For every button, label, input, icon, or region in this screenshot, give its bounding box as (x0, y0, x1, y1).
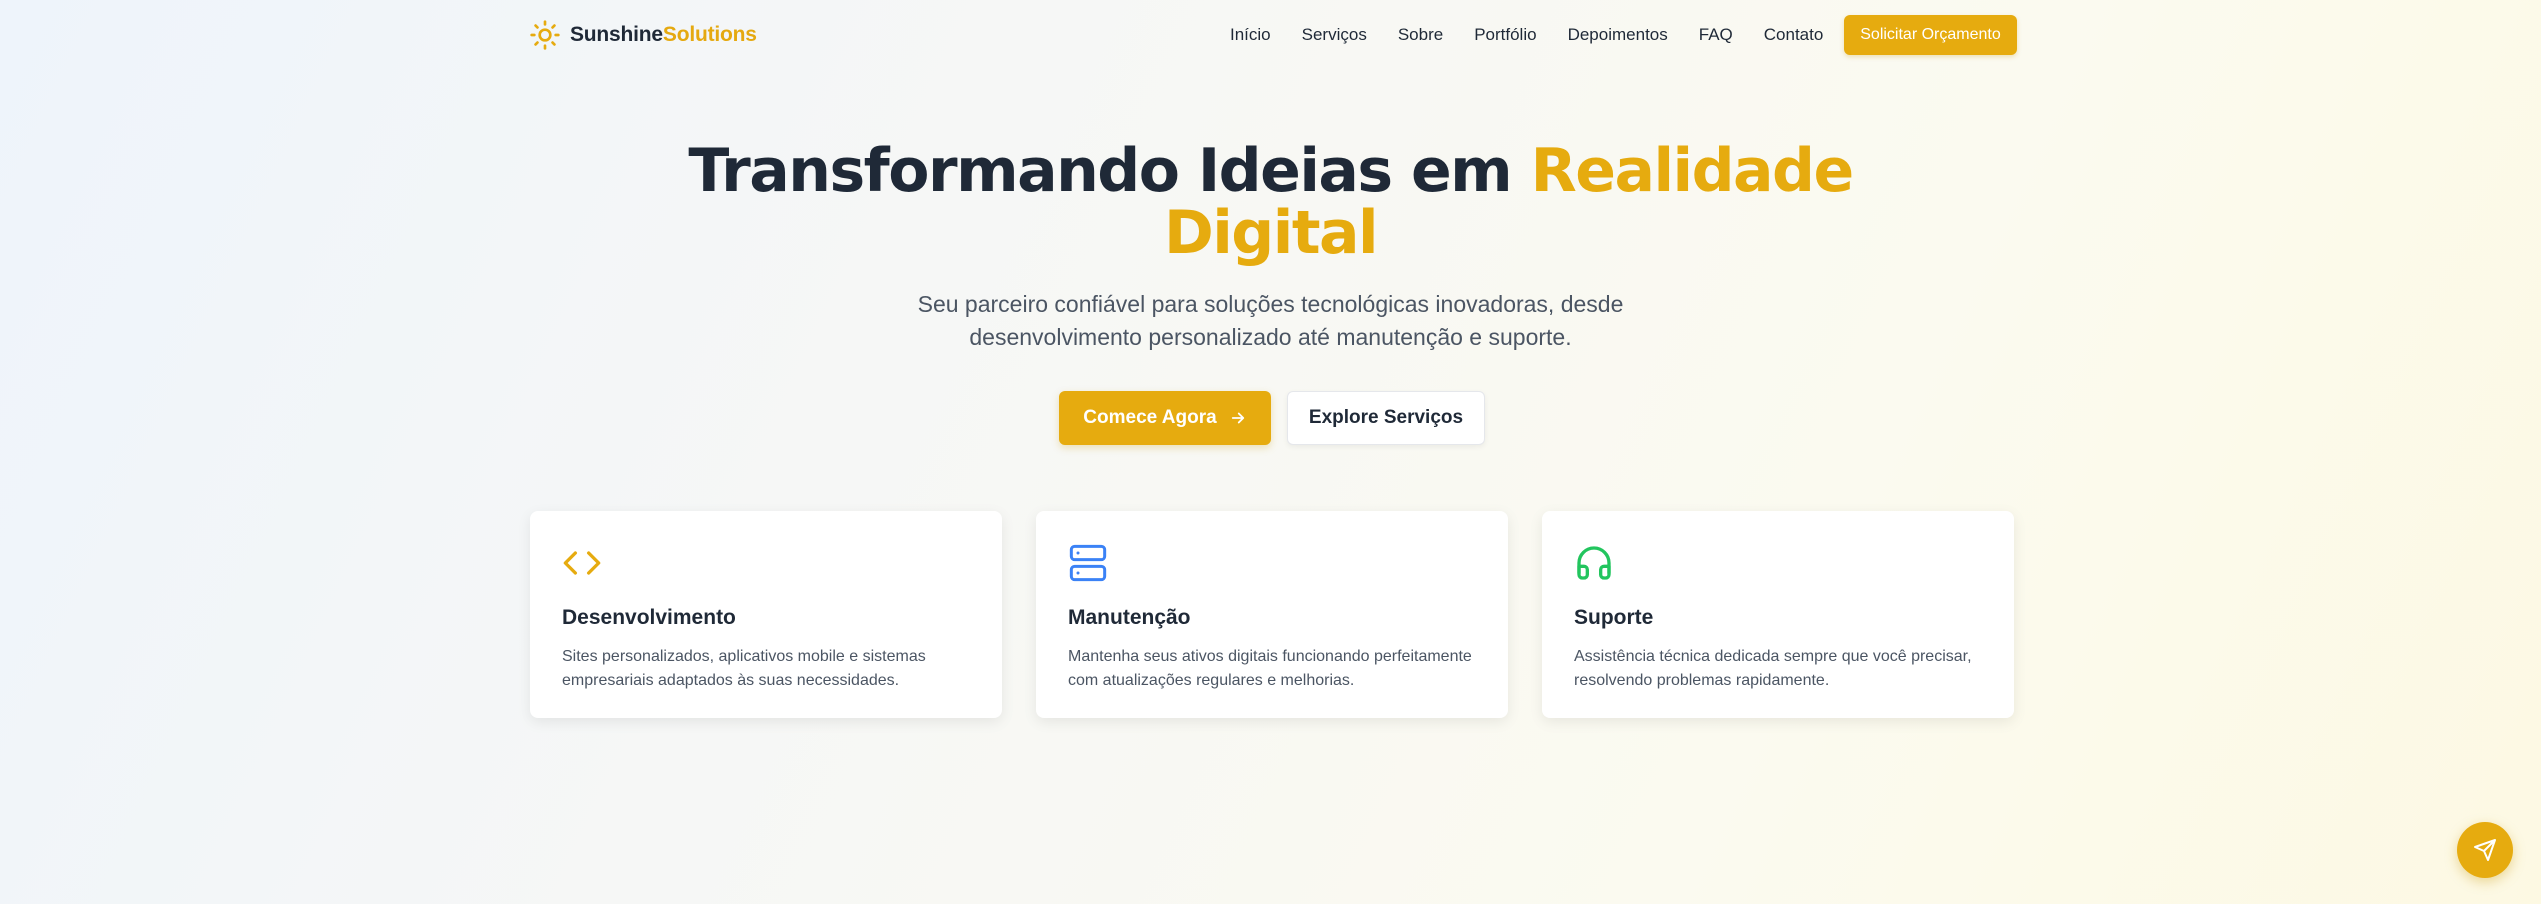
service-card-maintenance[interactable]: Manutenção Mantenha seus ativos digitais… (1036, 511, 1508, 718)
floating-contact-button[interactable] (2457, 822, 2513, 878)
request-quote-button[interactable]: Solicitar Orçamento (1844, 15, 2017, 55)
service-card-development[interactable]: Desenvolvimento Sites personalizados, ap… (530, 511, 1002, 718)
service-desc-line1: Sites personalizados, aplicativos mobile… (562, 648, 926, 665)
nav-item-faq[interactable]: FAQ (1699, 22, 1733, 48)
service-title: Desenvolvimento (562, 606, 736, 629)
hero-actions: Comece Agora Explore Serviços (1059, 391, 1485, 445)
hero-subtitle-line1: Seu parceiro confiável para soluções tec… (917, 291, 1624, 317)
hero-subtitle: Seu parceiro confiável para soluções tec… (0, 288, 2541, 354)
headphones-icon (1577, 546, 1611, 580)
get-started-button[interactable]: Comece Agora (1059, 391, 1271, 445)
send-icon (2474, 839, 2496, 861)
get-started-label: Comece Agora (1083, 407, 1217, 428)
arrow-right-icon (1231, 412, 1244, 424)
service-description: Sites personalizados, aplicativos mobile… (562, 645, 970, 693)
service-desc-line1: Assistência técnica dedicada sempre que … (1574, 648, 1972, 665)
hero-title: Transformando Ideias em Realidade Digita… (0, 140, 2541, 264)
brand-logo[interactable]: SunshineSolutions (529, 19, 757, 51)
nav-item-depoimentos[interactable]: Depoimentos (1568, 22, 1668, 48)
nav-item-portfolio[interactable]: Portfólio (1474, 22, 1536, 48)
service-desc-line1: Mantenha seus ativos digitais funcionand… (1068, 648, 1472, 665)
service-title: Suporte (1574, 606, 1654, 629)
sun-icon (530, 20, 560, 50)
brand-name-part2: Solutions (662, 23, 757, 46)
service-title: Manutenção (1068, 606, 1191, 629)
nav-item-servicos[interactable]: Serviços (1302, 22, 1367, 48)
server-icon (1069, 544, 1107, 582)
service-card-support[interactable]: Suporte Assistência técnica dedicada sem… (1542, 511, 2014, 718)
main-menu: Início Serviços Sobre Portfólio Depoimen… (1230, 22, 1854, 48)
services-cards: Desenvolvimento Sites personalizados, ap… (530, 511, 2014, 718)
service-description: Assistência técnica dedicada sempre que … (1574, 645, 1982, 693)
hero-title-accent-2: Digital (1163, 198, 1379, 268)
service-desc-line2: empresariais adaptados às suas necessida… (562, 672, 900, 689)
service-description: Mantenha seus ativos digitais funcionand… (1068, 645, 1476, 693)
brand-name-part1: Sunshine (570, 23, 663, 46)
explore-services-button[interactable]: Explore Serviços (1287, 391, 1485, 445)
service-desc-line2: com atualizações regulares e melhorias. (1068, 672, 1355, 689)
nav-item-sobre[interactable]: Sobre (1398, 22, 1443, 48)
hero-title-plain: Transformando Ideias em (688, 136, 1512, 206)
code-icon (563, 551, 601, 575)
hero-title-accent-1: Realidade (1530, 136, 1855, 206)
hero-subtitle-line2: desenvolvimento personalizado até manute… (969, 324, 1572, 350)
top-navbar: SunshineSolutions Início Serviços Sobre … (0, 0, 2541, 70)
nav-item-inicio[interactable]: Início (1230, 22, 1271, 48)
nav-item-contato[interactable]: Contato (1764, 22, 1824, 48)
service-desc-line2: resolvendo problemas rapidamente. (1574, 672, 1830, 689)
